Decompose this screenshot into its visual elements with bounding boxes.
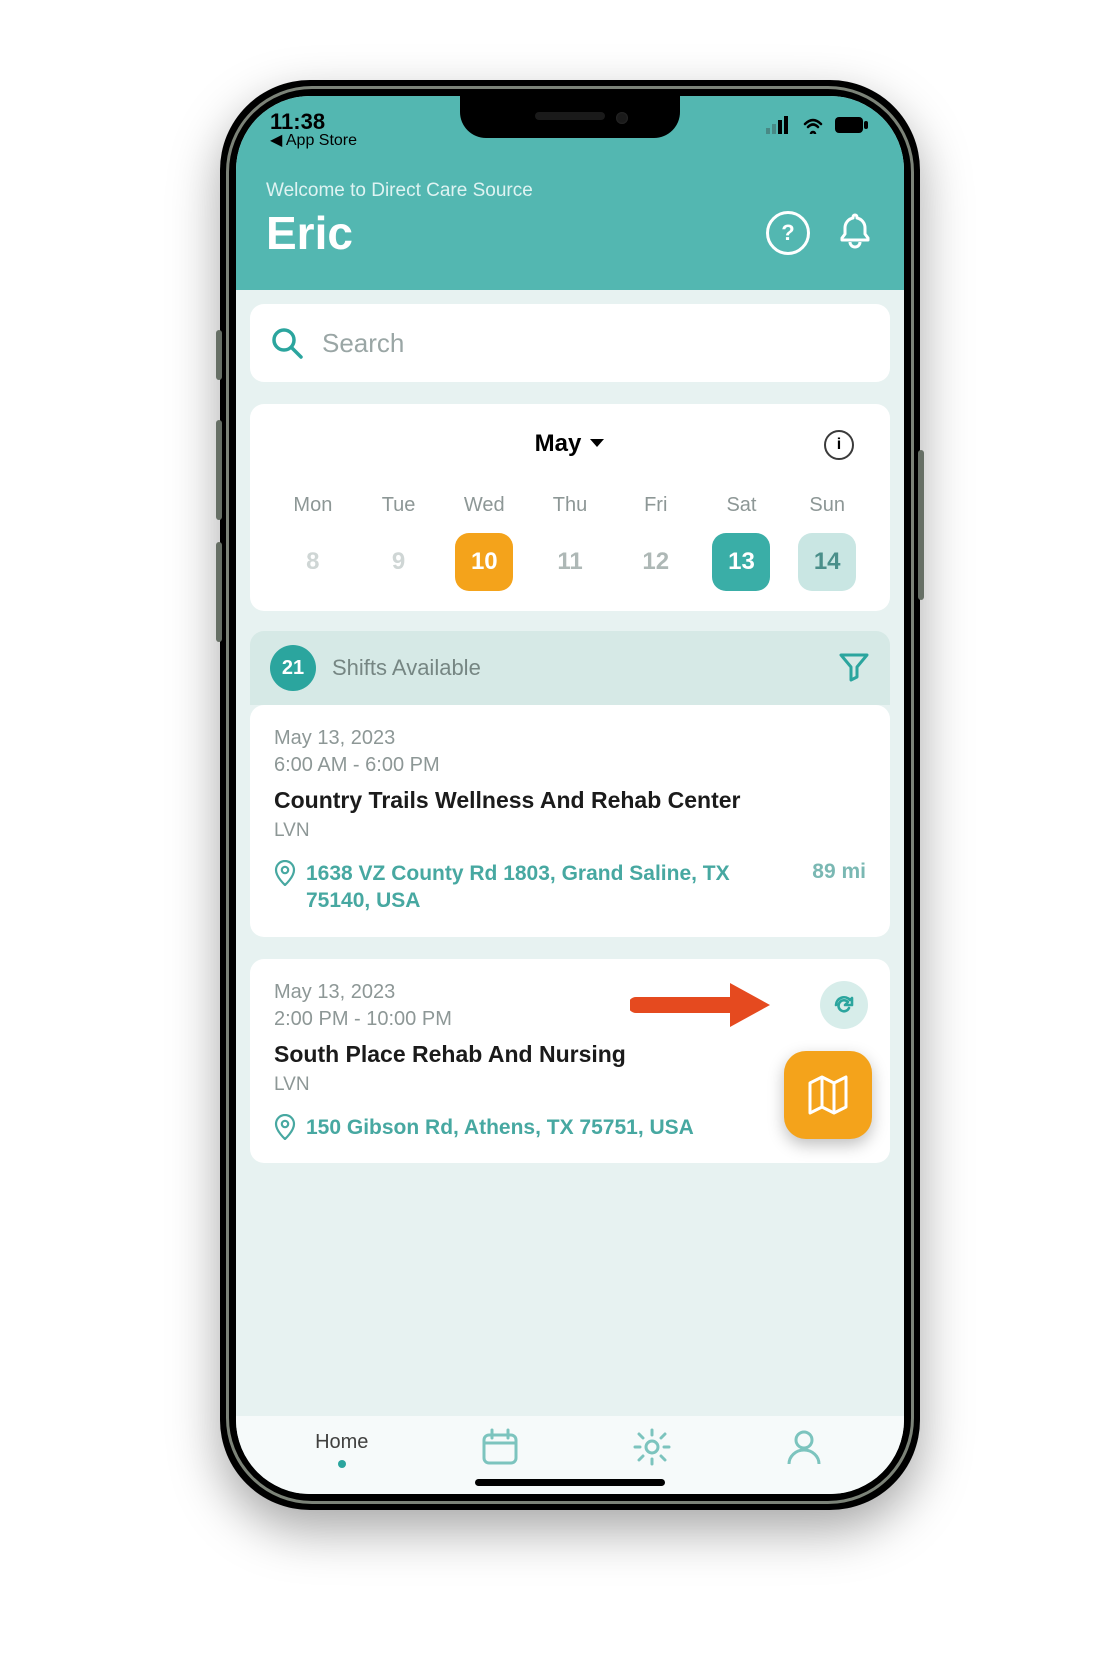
shift-distance: 89 mi [812,860,866,884]
welcome-text: Welcome to Direct Care Source [266,180,874,202]
phone-frame: 11:38 ◀ App Store Welcome to Direct Care… [220,80,920,1510]
info-icon[interactable]: i [824,430,854,460]
day-number: 14 [798,533,856,591]
shift-address[interactable]: 1638 VZ County Rd 1803, Grand Saline, TX… [306,860,794,915]
cellular-icon [766,114,792,140]
calendar-day[interactable]: Sat 13 [699,494,785,591]
search-icon [270,326,304,360]
status-time: 11:38 [270,110,357,133]
shift-role: LVN [274,820,866,842]
map-button[interactable] [784,1051,872,1139]
user-name: Eric [266,206,353,260]
day-number: 13 [712,533,770,591]
recurring-icon[interactable] [820,981,868,1029]
calendar-month-picker[interactable]: May [535,430,606,458]
person-icon [783,1426,825,1468]
day-label: Sat [699,494,785,517]
help-icon[interactable]: ? [766,211,810,255]
search-input[interactable]: Search [250,304,890,382]
day-number: 12 [627,533,685,591]
day-number: 9 [370,533,428,591]
shifts-count-badge: 21 [270,645,316,691]
nav-home[interactable]: Home [315,1431,368,1468]
filter-icon[interactable] [838,650,870,687]
pin-icon [274,860,296,886]
nav-settings[interactable] [631,1426,673,1468]
calendar-card: May i Mon 8 Tue 9 Wed 10 Thu 11 Fri 12 Sat 13 Sun 14 [250,404,890,611]
calendar-day[interactable]: Mon 8 [270,494,356,591]
nav-profile[interactable] [783,1426,825,1468]
day-label: Sun [784,494,870,517]
annotation-arrow-icon [630,977,780,1038]
bell-icon[interactable] [836,211,874,256]
shift-time: 6:00 AM - 6:00 PM [274,754,866,777]
day-number: 8 [284,533,342,591]
day-label: Mon [270,494,356,517]
shift-role: LVN [274,1074,866,1096]
pin-icon [274,1114,296,1140]
shift-card[interactable]: May 13, 2023 6:00 AM - 6:00 PM Country Tra… [250,705,890,937]
battery-icon [834,114,870,140]
calendar-week: Mon 8 Tue 9 Wed 10 Thu 11 Fri 12 Sat 13 Sun 14 [270,494,870,591]
app-header: Welcome to Direct Care Source Eric ? [236,168,904,290]
nav-calendar[interactable] [479,1426,521,1468]
shift-card[interactable]: May 13, 20232:00 PM - 10:00 PMSouth Plac… [250,959,890,1163]
back-app-store[interactable]: ◀ App Store [270,133,357,150]
calendar-day[interactable]: Tue 9 [356,494,442,591]
shifts-header: 21 Shifts Available [250,631,890,705]
chevron-down-icon [589,438,605,450]
day-label: Thu [527,494,613,517]
calendar-icon [479,1426,521,1468]
shift-date: May 13, 2023 [274,727,866,750]
day-number: 11 [541,533,599,591]
day-number: 10 [455,533,513,591]
day-label: Wed [441,494,527,517]
wifi-icon [800,114,826,140]
calendar-day[interactable]: Thu 11 [527,494,613,591]
bottom-nav: Home [236,1416,904,1494]
calendar-day[interactable]: Wed 10 [441,494,527,591]
day-label: Tue [356,494,442,517]
day-label: Fri [613,494,699,517]
home-indicator[interactable] [475,1479,665,1486]
shifts-available-label: Shifts Available [332,655,481,681]
shift-title: Country Trails Wellness And Rehab Center [274,787,866,814]
shift-address[interactable]: 150 Gibson Rd, Athens, TX 75751, USA [306,1114,866,1141]
search-placeholder: Search [322,328,404,359]
gear-icon [631,1426,673,1468]
calendar-day[interactable]: Fri 12 [613,494,699,591]
shift-title: South Place Rehab And Nursing [274,1041,866,1068]
nav-active-indicator [338,1460,346,1468]
calendar-day[interactable]: Sun 14 [784,494,870,591]
